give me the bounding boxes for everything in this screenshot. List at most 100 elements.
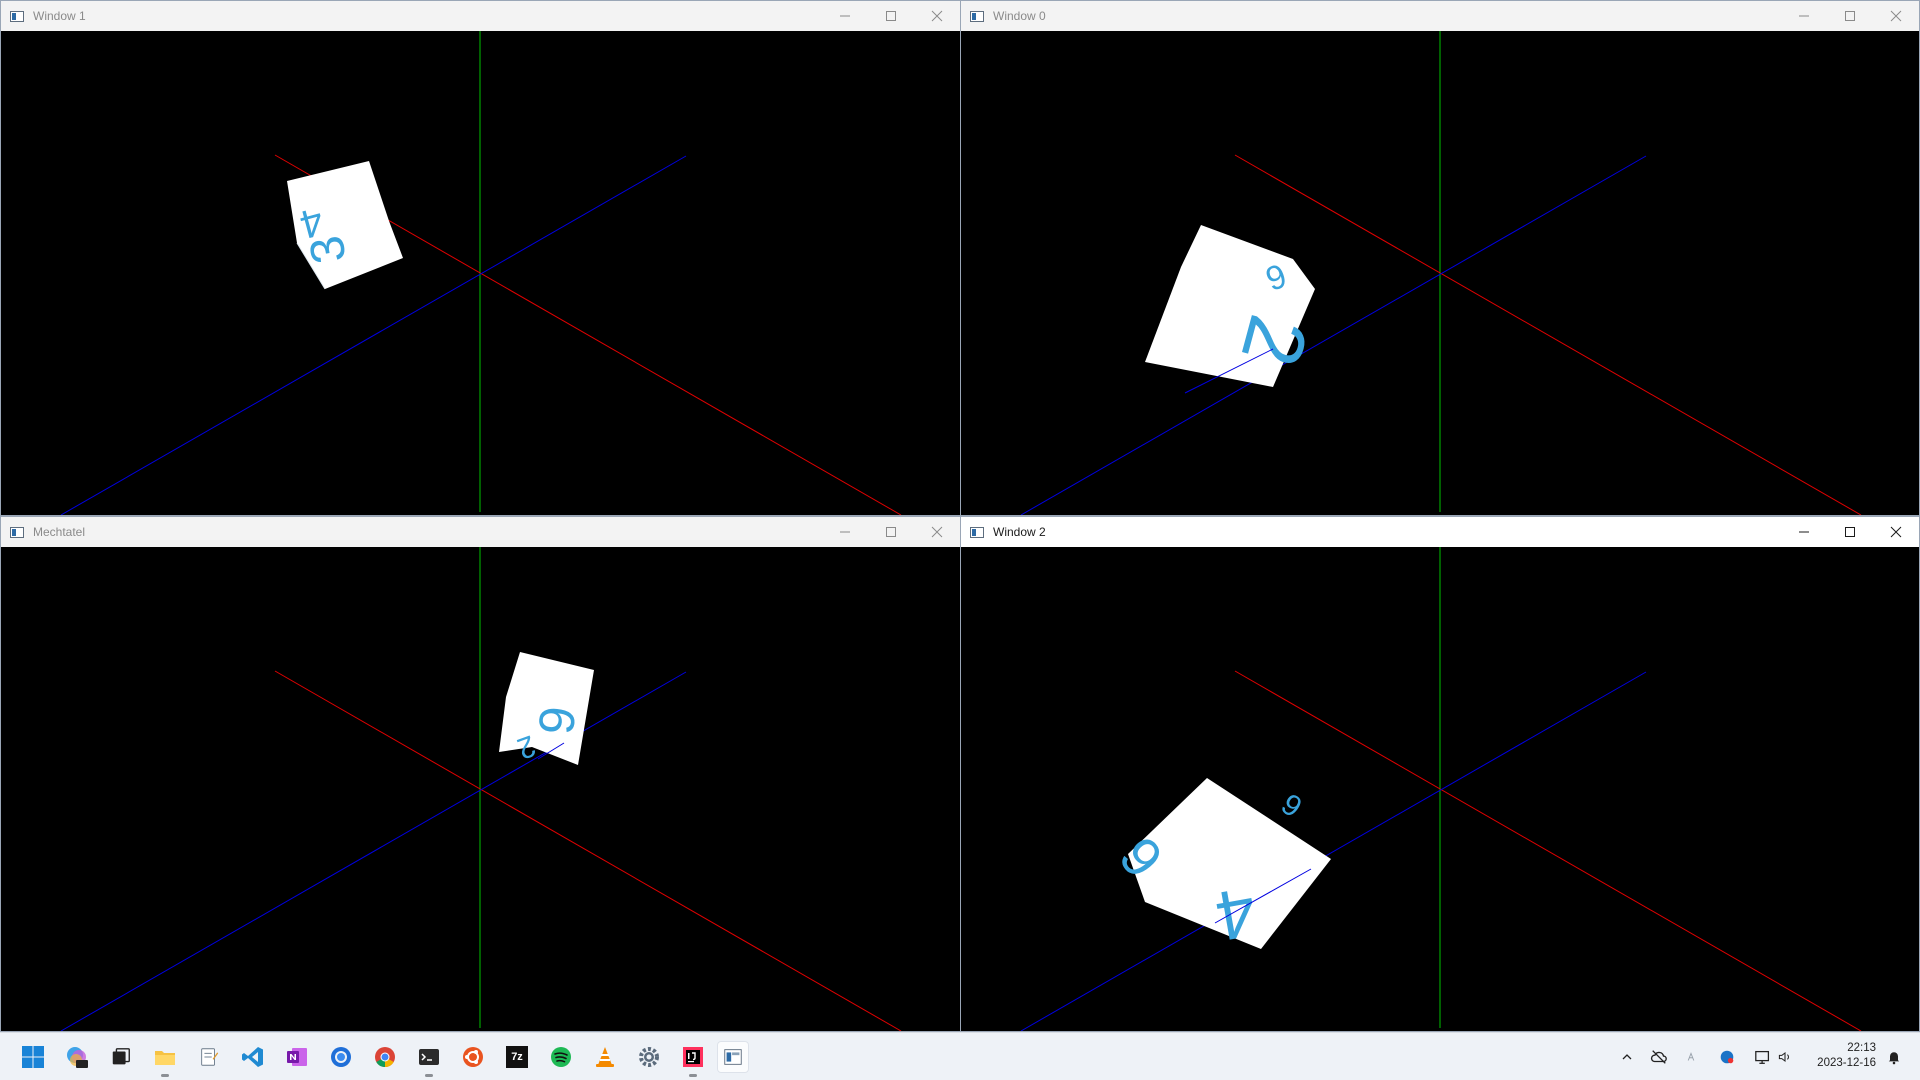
terminal-button[interactable] [413, 1041, 445, 1077]
maximize-icon [1845, 11, 1855, 21]
vscode-icon [242, 1047, 263, 1067]
notifications-icon [1888, 1052, 1900, 1065]
intellij-icon [683, 1047, 703, 1067]
minimize-button[interactable] [822, 1, 868, 31]
task-view-button[interactable] [105, 1041, 137, 1073]
close-button[interactable] [1873, 517, 1919, 547]
onenote-button[interactable] [281, 1041, 313, 1073]
copilot-button[interactable] [61, 1041, 93, 1073]
window-1[interactable]: Window 1 4 3 [0, 0, 961, 516]
mechtatel-titlebar[interactable]: Mechtatel [1, 517, 960, 547]
x-axis [1234, 154, 1862, 515]
vlc-button[interactable] [589, 1041, 621, 1073]
spotify-button[interactable] [545, 1041, 577, 1073]
clock-date: 2023-12-16 [1817, 1057, 1876, 1069]
file-explorer-icon [155, 1051, 175, 1065]
volume-tray[interactable] [1775, 1047, 1795, 1067]
taskbar: 7z 22:13 2023-12-16 [0, 1032, 1920, 1080]
notifications-button[interactable] [1884, 1047, 1904, 1067]
close-button[interactable] [914, 517, 960, 547]
window-title: Window 2 [993, 525, 1046, 539]
cube-face-digit: 9 [1275, 788, 1308, 825]
dice-cube: 6 2 [499, 652, 594, 765]
maximize-button[interactable] [868, 1, 914, 31]
minimize-button[interactable] [1781, 1, 1827, 31]
cube-face-digit: 6 [528, 704, 586, 737]
chrome-icon [375, 1047, 395, 1068]
7zip-label: 7z [511, 1051, 523, 1063]
java-app-icon [724, 1049, 742, 1065]
app-window-icon [970, 526, 984, 538]
window-2-titlebar[interactable]: Window 2 [961, 517, 1919, 547]
close-icon [1890, 526, 1902, 538]
7zip-button[interactable]: 7z [501, 1041, 533, 1073]
windows-start-icon [22, 1046, 44, 1068]
maximize-icon [1845, 527, 1855, 537]
intellij-button[interactable] [677, 1041, 709, 1077]
app-tray[interactable] [1717, 1047, 1737, 1067]
firefox-button[interactable] [325, 1041, 357, 1073]
dice-cube: 9 6 4 [1107, 778, 1331, 956]
onedrive-tray[interactable] [1649, 1047, 1669, 1067]
render-viewport[interactable]: 6 2 [1, 547, 960, 1031]
window-title: Window 1 [33, 9, 86, 23]
app-window-icon [10, 526, 24, 538]
render-viewport[interactable]: 9 6 4 [961, 547, 1919, 1031]
window-title: Window 0 [993, 9, 1046, 23]
close-button[interactable] [914, 1, 960, 31]
network-tray[interactable] [1753, 1047, 1773, 1067]
maximize-button[interactable] [868, 517, 914, 547]
dice-cube: 6 2 [1145, 225, 1326, 394]
ime-tray[interactable] [1681, 1047, 1701, 1067]
maximize-icon [886, 527, 896, 537]
maximize-button[interactable] [1827, 1, 1873, 31]
vscode-button[interactable] [237, 1041, 269, 1073]
7zip-icon: 7z [506, 1046, 528, 1068]
notepad-button[interactable] [193, 1041, 225, 1073]
render-viewport[interactable]: 4 3 [1, 31, 960, 515]
vlc-icon [596, 1047, 614, 1067]
z-axis [1020, 671, 1647, 1031]
app-window-icon [10, 10, 24, 22]
ubuntu-icon [463, 1047, 483, 1067]
clock-time: 22:13 [1847, 1042, 1876, 1054]
maximize-button[interactable] [1827, 517, 1873, 547]
minimize-button[interactable] [822, 517, 868, 547]
minimize-icon [840, 531, 850, 533]
x-axis [1234, 670, 1862, 1031]
copilot-pre-icon [67, 1047, 88, 1068]
minimize-icon [1799, 15, 1809, 17]
z-axis [1020, 155, 1647, 515]
dice-cube: 4 3 [287, 161, 403, 290]
ime-icon [1687, 1052, 1695, 1061]
ubuntu-button[interactable] [457, 1041, 489, 1073]
window-0[interactable]: Window 0 6 2 [960, 0, 1920, 516]
start-button[interactable] [17, 1041, 49, 1073]
show-hidden-icons[interactable] [1617, 1047, 1637, 1067]
clock[interactable]: 22:13 2023-12-16 [1806, 1041, 1876, 1071]
minimize-button[interactable] [1781, 517, 1827, 547]
file-explorer-button[interactable] [149, 1041, 181, 1077]
settings-icon [639, 1047, 659, 1067]
window-1-titlebar[interactable]: Window 1 [1, 1, 960, 31]
close-icon [931, 526, 943, 538]
x-axis [274, 670, 902, 1031]
minimize-icon [1799, 531, 1809, 533]
window-0-titlebar[interactable]: Window 0 [961, 1, 1919, 31]
window-title: Mechtatel [33, 525, 86, 539]
terminal-icon [419, 1049, 439, 1065]
java-app-button[interactable] [717, 1041, 749, 1073]
minimize-icon [840, 15, 850, 17]
z-axis [60, 671, 687, 1031]
close-button[interactable] [1873, 1, 1919, 31]
window-mechtatel[interactable]: Mechtatel 6 2 [0, 516, 961, 1032]
bluetooth-app-icon [1720, 1050, 1734, 1064]
task-view-icon [112, 1048, 130, 1065]
window-2[interactable]: Window 2 9 6 4 [960, 516, 1920, 1032]
chrome-button[interactable] [369, 1041, 401, 1073]
spotify-icon [551, 1047, 571, 1067]
chevron-up-icon [1622, 1054, 1632, 1060]
onenote-icon [287, 1048, 307, 1066]
settings-button[interactable] [633, 1041, 665, 1073]
render-viewport[interactable]: 6 2 [961, 31, 1919, 515]
